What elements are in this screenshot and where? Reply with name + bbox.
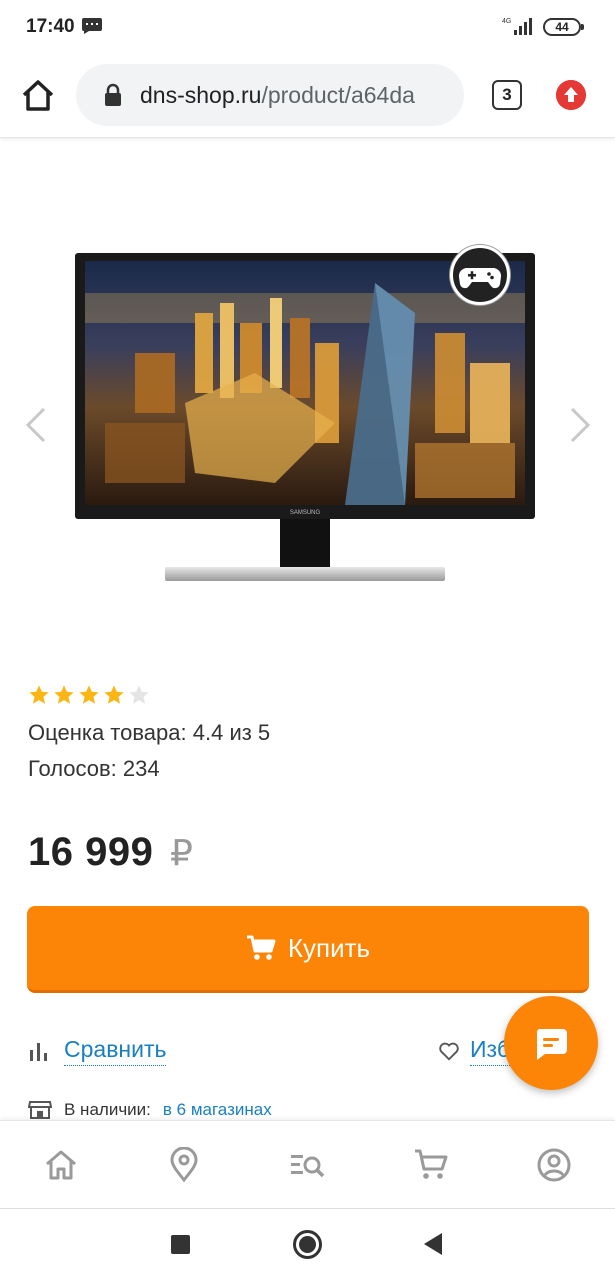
recent-apps-icon[interactable] xyxy=(171,1235,190,1254)
star-full-icon xyxy=(79,685,99,704)
profile-icon[interactable] xyxy=(536,1147,572,1183)
catalog-search-icon[interactable] xyxy=(289,1147,325,1183)
status-bar: 17:40 4G 44 xyxy=(0,0,615,56)
tabs-count-button[interactable]: 3 xyxy=(492,80,522,110)
bar-chart-icon xyxy=(30,1043,47,1061)
browser-home-icon[interactable] xyxy=(18,76,58,116)
star-empty-icon xyxy=(129,685,149,704)
cart-icon[interactable] xyxy=(413,1147,449,1183)
gamepad-icon xyxy=(458,267,502,289)
url-host: dns-shop.ru xyxy=(140,82,262,108)
availability-row: В наличии: в 6 магазинах xyxy=(28,1100,272,1120)
browser-toolbar: dns-shop.ru/product/a64da 3 xyxy=(0,56,615,138)
lock-icon xyxy=(105,83,121,106)
rating-stars xyxy=(28,684,150,706)
system-navigation-bar xyxy=(0,1208,615,1280)
buy-button-label: Купить xyxy=(287,932,371,963)
network-type-label: 4G xyxy=(502,18,511,25)
bottom-navigation xyxy=(0,1120,615,1208)
address-bar[interactable]: dns-shop.ru/product/a64da xyxy=(76,64,464,126)
system-home-icon[interactable] xyxy=(293,1230,322,1259)
favorite-action[interactable]: Изб xyxy=(438,1036,510,1066)
star-full-icon xyxy=(54,685,74,704)
cart-icon xyxy=(246,935,276,960)
votes-count[interactable]: Голосов: 234 xyxy=(28,756,160,782)
update-arrow-icon[interactable] xyxy=(556,80,586,110)
store-icon xyxy=(28,1101,52,1119)
battery-indicator: 44 xyxy=(543,18,584,36)
url-text: dns-shop.ru/product/a64da xyxy=(140,82,452,109)
product-gallery[interactable]: SAMSUNG xyxy=(0,140,615,660)
url-path: /product/a64da xyxy=(261,82,415,108)
chat-bubble-icon xyxy=(536,1029,567,1060)
heart-icon xyxy=(439,1042,459,1061)
gallery-prev-arrow-icon[interactable] xyxy=(22,405,50,445)
star-full-icon xyxy=(104,685,124,704)
availability-stores-link[interactable]: в 6 магазинах xyxy=(163,1100,272,1120)
currency-symbol: ₽ xyxy=(170,832,193,873)
gaming-badge xyxy=(450,245,510,305)
message-notification-icon xyxy=(82,18,102,34)
back-icon[interactable] xyxy=(424,1233,442,1255)
brand-logo-text: SAMSUNG xyxy=(290,510,321,516)
compare-action[interactable]: Сравнить xyxy=(28,1036,167,1066)
compare-link[interactable]: Сравнить xyxy=(64,1036,167,1066)
home-icon[interactable] xyxy=(43,1147,79,1183)
gallery-next-arrow-icon[interactable] xyxy=(566,405,594,445)
location-pin-icon[interactable] xyxy=(166,1147,202,1183)
buy-button[interactable]: Купить xyxy=(27,906,589,993)
rating-text: Оценка товара: 4.4 из 5 xyxy=(28,720,271,745)
availability-label: В наличии: xyxy=(64,1100,151,1119)
product-price: 16 999 xyxy=(28,830,154,874)
star-full-icon xyxy=(29,685,49,704)
status-time: 17:40 xyxy=(26,16,75,37)
signal-icon: 4G xyxy=(502,18,532,35)
chat-button[interactable] xyxy=(504,996,598,1090)
